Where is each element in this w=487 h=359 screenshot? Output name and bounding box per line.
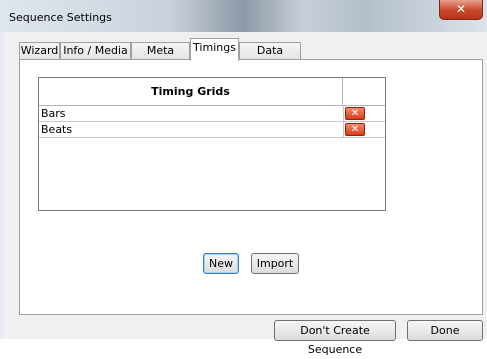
row-label-beats: Beats xyxy=(41,123,73,136)
tab-meta-data[interactable]: Meta Data xyxy=(131,42,190,73)
tab-label: Timings xyxy=(193,41,236,54)
tab-info-media[interactable]: Info / Media xyxy=(60,42,131,60)
delete-bars-button[interactable]: ✕ xyxy=(345,107,365,120)
delete-icon: ✕ xyxy=(350,124,360,135)
delete-beats-button[interactable]: ✕ xyxy=(345,123,365,136)
row-divider xyxy=(343,122,344,137)
timing-grids-table: Timing Grids Bars ✕ Beats ✕ xyxy=(38,77,386,211)
row-label-bars: Bars xyxy=(41,107,66,120)
tab-data-layers[interactable]: Data Layers xyxy=(239,42,301,73)
new-button[interactable]: New xyxy=(203,253,239,274)
window-frame-edge xyxy=(0,32,9,339)
tab-label: Info / Media xyxy=(63,44,128,57)
table-row[interactable]: Beats ✕ xyxy=(39,122,385,138)
tab-wizard[interactable]: Wizard xyxy=(19,42,60,60)
timing-grids-header: Timing Grids xyxy=(39,78,343,106)
dont-create-sequence-button[interactable]: Don't Create Sequence xyxy=(274,320,396,356)
import-button[interactable]: Import xyxy=(251,253,299,274)
done-button[interactable]: Done xyxy=(407,320,483,341)
table-row[interactable]: Bars ✕ xyxy=(39,106,385,122)
close-button[interactable]: ✕ xyxy=(439,0,483,20)
title-bar[interactable]: Sequence Settings ✕ xyxy=(0,0,487,32)
close-icon: ✕ xyxy=(455,2,467,16)
tab-timings[interactable]: Timings xyxy=(190,38,239,61)
sequence-settings-dialog: Sequence Settings ✕ Wizard Info / Media … xyxy=(0,0,487,356)
header-corner xyxy=(343,78,385,106)
tab-label: Wizard xyxy=(20,44,59,57)
delete-icon: ✕ xyxy=(350,108,360,119)
row-divider xyxy=(343,106,344,121)
window-title: Sequence Settings xyxy=(9,11,112,24)
